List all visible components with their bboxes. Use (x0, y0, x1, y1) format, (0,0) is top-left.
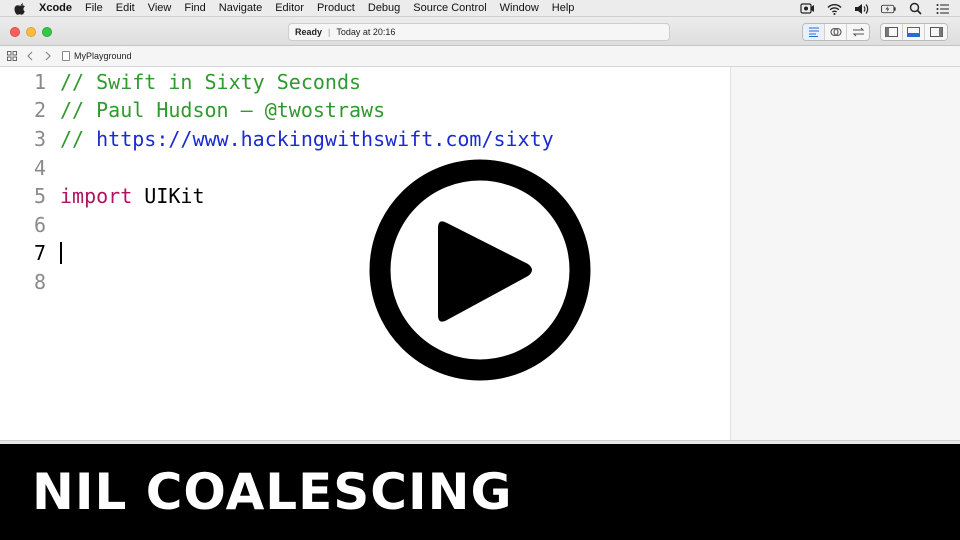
utilities-toggle-icon[interactable] (925, 24, 947, 40)
code-line-current: 7 (0, 239, 62, 267)
code-line: 6 (0, 211, 60, 239)
line-number: 7 (33, 241, 46, 265)
menu-file[interactable]: File (85, 0, 103, 17)
menu-window[interactable]: Window (500, 0, 539, 17)
menu-debug[interactable]: Debug (368, 0, 400, 17)
code-line: 2 // Paul Hudson — @twostraws (0, 96, 385, 124)
text-cursor (60, 242, 62, 264)
apple-menu-icon[interactable] (14, 2, 27, 15)
menu-product[interactable]: Product (317, 0, 355, 17)
line-number: 4 (33, 156, 46, 180)
code-url-link[interactable]: https://www.hackingwithswift.com/sixty (96, 127, 554, 151)
activity-viewer: Ready | Today at 20:16 (288, 23, 670, 41)
debug-area-toggle-icon[interactable] (903, 24, 925, 40)
code-line: 4 (0, 154, 60, 182)
code-line: 5 import UIKit (0, 182, 205, 210)
source-editor[interactable]: 1 // Swift in Sixty Seconds 2 // Paul Hu… (0, 67, 730, 440)
video-title: NIL COALESCING (32, 463, 513, 521)
jump-bar-file-item[interactable]: MyPlayground (62, 51, 132, 61)
related-items-grid-icon[interactable] (6, 50, 18, 62)
activity-status: Ready (295, 27, 323, 37)
window-toolbar: Ready | Today at 20:16 (0, 17, 960, 46)
minimize-window-button[interactable] (26, 27, 36, 37)
line-number: 6 (33, 213, 46, 237)
menu-source-control[interactable]: Source Control (413, 0, 486, 17)
playground-results-sidebar (730, 67, 960, 440)
title-banner: NIL COALESCING (0, 444, 960, 540)
wifi-icon[interactable] (827, 2, 842, 15)
status-icons (800, 0, 950, 17)
jump-bar-file-name: MyPlayground (74, 51, 132, 61)
line-number: 1 (33, 70, 46, 94)
line-number: 3 (33, 127, 46, 151)
spotlight-search-icon[interactable] (908, 2, 923, 15)
menu-bar: Xcode File Edit View Find Navigate Edito… (0, 0, 960, 17)
forward-chevron-icon[interactable] (42, 50, 54, 62)
screen-record-icon[interactable] (800, 2, 815, 15)
line-number: 8 (33, 270, 46, 294)
line-number: 2 (33, 98, 46, 122)
menu-view[interactable]: View (148, 0, 172, 17)
menu-find[interactable]: Find (184, 0, 205, 17)
menu-app-name[interactable]: Xcode (39, 0, 72, 17)
code-module-name: UIKit (132, 184, 205, 208)
jump-bar: MyPlayground (0, 46, 960, 67)
code-line: 3 // https://www.hackingwithswift.com/si… (0, 125, 554, 153)
code-keyword: import (60, 184, 133, 208)
activity-time: Today at 20:16 (336, 27, 396, 37)
code-line: 1 // Swift in Sixty Seconds (0, 68, 361, 96)
version-editor-icon[interactable] (847, 24, 869, 40)
standard-editor-icon[interactable] (803, 24, 825, 40)
menu-edit[interactable]: Edit (116, 0, 135, 17)
code-comment: // Swift in Sixty Seconds (60, 70, 362, 94)
line-number: 5 (33, 184, 46, 208)
zoom-window-button[interactable] (42, 27, 52, 37)
assistant-editor-icon[interactable] (825, 24, 847, 40)
menu-navigate[interactable]: Navigate (219, 0, 262, 17)
code-line: 8 (0, 268, 60, 296)
panel-toggle-segmented-control (880, 23, 948, 41)
activity-separator: | (328, 27, 331, 37)
code-import-statement: import UIKit (60, 184, 205, 208)
close-window-button[interactable] (10, 27, 20, 37)
code-comment: // Paul Hudson — @twostraws (60, 98, 386, 122)
volume-icon[interactable] (854, 2, 869, 15)
menu-help[interactable]: Help (552, 0, 575, 17)
playground-file-icon (62, 51, 70, 61)
back-chevron-icon[interactable] (24, 50, 36, 62)
editor-mode-segmented-control (802, 23, 870, 41)
code-comment: // https://www.hackingwithswift.com/sixt… (60, 127, 554, 151)
menu-editor[interactable]: Editor (275, 0, 304, 17)
comment-prefix: // (60, 127, 97, 151)
play-circle-icon[interactable] (368, 158, 592, 382)
battery-icon[interactable] (881, 2, 896, 15)
notification-center-icon[interactable] (935, 2, 950, 15)
navigator-toggle-icon[interactable] (881, 24, 903, 40)
